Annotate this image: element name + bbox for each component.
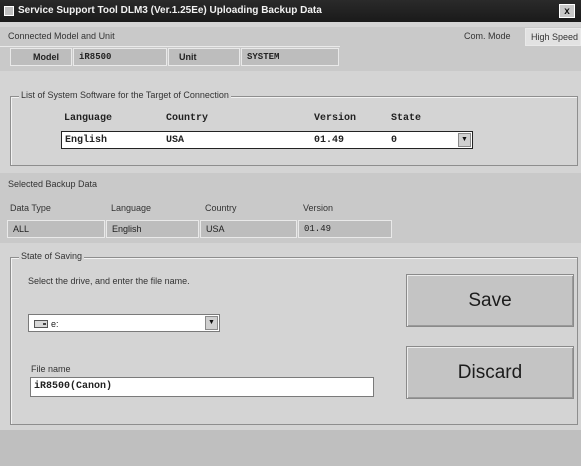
system-software-select[interactable]: English USA 01.49 0 ▼ — [61, 131, 473, 149]
com-mode-value: High Speed — [525, 28, 581, 46]
app-icon — [4, 6, 14, 16]
backup-header-version: Version — [303, 203, 334, 213]
com-mode-label: Com. Mode — [464, 31, 511, 41]
backup-value-language: English — [106, 220, 199, 238]
backup-value-country: USA — [200, 220, 297, 238]
file-name-value: iR8500(Canon) — [34, 381, 113, 392]
discard-button[interactable]: Discard — [406, 346, 574, 399]
chevron-down-icon[interactable]: ▼ — [205, 316, 218, 330]
selected-country: USA — [166, 135, 185, 146]
model-label: Model — [10, 48, 72, 66]
selected-state: 0 — [391, 135, 398, 146]
header-language: Language — [64, 113, 113, 124]
connected-section-label: Connected Model and Unit — [8, 31, 115, 41]
backup-header-data-type: Data Type — [10, 203, 51, 213]
backup-value-version: 01.49 — [298, 220, 392, 238]
selected-language: English — [65, 135, 108, 146]
model-value: iR8500 — [73, 48, 167, 66]
header-country: Country — [166, 113, 209, 124]
file-name-input[interactable]: iR8500(Canon) — [30, 377, 374, 397]
close-button[interactable]: x — [559, 4, 575, 18]
saving-instruction: Select the drive, and enter the file nam… — [28, 276, 190, 286]
unit-value: SYSTEM — [241, 48, 339, 66]
drive-value: e: — [51, 319, 59, 329]
saving-group-label: State of Saving — [19, 251, 85, 261]
drive-select[interactable]: e: ▼ — [28, 314, 220, 332]
backup-section-label: Selected Backup Data — [8, 179, 98, 189]
bottom-band — [0, 430, 581, 466]
title-bar: Service Support Tool DLM3 (Ver.1.25Ee) U… — [0, 0, 581, 22]
unit-label: Unit — [168, 48, 240, 66]
backup-header-language: Language — [111, 203, 152, 213]
system-software-group: List of System Software for the Target o… — [10, 90, 578, 166]
backup-header-country: Country — [205, 203, 237, 213]
header-state: State — [391, 113, 422, 124]
window-title: Service Support Tool DLM3 (Ver.1.25Ee) U… — [18, 5, 322, 16]
save-button[interactable]: Save — [406, 274, 574, 327]
app-window: Service Support Tool DLM3 (Ver.1.25Ee) U… — [0, 0, 581, 466]
header-version: Version — [314, 113, 357, 124]
backup-value-data-type: ALL — [7, 220, 105, 238]
file-name-label: File name — [31, 364, 71, 374]
selected-version: 01.49 — [314, 135, 345, 146]
system-software-group-label: List of System Software for the Target o… — [19, 90, 231, 100]
drive-icon — [34, 320, 48, 328]
chevron-down-icon[interactable]: ▼ — [458, 133, 471, 147]
